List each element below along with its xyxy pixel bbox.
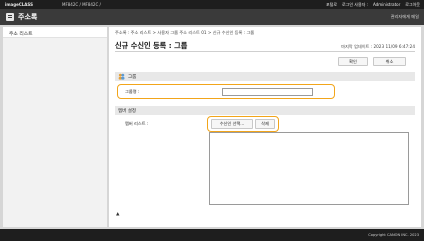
group-section-header: 그룹: [115, 72, 415, 81]
address-book-icon: [6, 13, 14, 21]
main-panel: 주소록 : 주소 리스트 > 사용자 그룹 주소 리스트 01 > 신규 수신인…: [109, 27, 421, 227]
last-updated: 마지막 업데이트 : 2023 11/09 6:47:24: [341, 44, 415, 49]
copyright: Copyright CANON INC. 2023: [368, 233, 419, 237]
select-recipient-button[interactable]: 수신인 선택...: [211, 119, 253, 129]
group-icon: [118, 73, 125, 80]
logout-link[interactable]: 로그아웃: [405, 2, 420, 8]
page-title: 신규 수신인 등록 : 그룹: [115, 41, 188, 50]
remote-ui-window: imageCLASS MF842C / MF842C / 포털로 로그인 사용자…: [0, 0, 424, 241]
login-user-name: Administrator: [372, 2, 401, 7]
delete-member-button[interactable]: 삭제: [255, 119, 275, 129]
breadcrumb: 주소록 : 주소 리스트 > 사용자 그룹 주소 리스트 01 > 신규 수신인…: [115, 30, 255, 35]
cancel-button[interactable]: 취소: [373, 57, 406, 66]
footer: Copyright CANON INC. 2023: [0, 229, 424, 241]
member-list-label: 멤버 리스트 :: [125, 121, 149, 126]
divider: [115, 51, 415, 52]
sidebar-item-address-list[interactable]: 주소 리스트: [3, 27, 107, 38]
top-links: 포털로 로그인 사용자 : Administrator 로그아웃: [326, 2, 420, 8]
sidebar-item-label: 주소 리스트: [9, 32, 33, 37]
app-title: 주소록: [18, 13, 38, 21]
device-name: MF842C / MF842C /: [62, 2, 101, 7]
group-name-label: 그룹명 :: [125, 89, 140, 94]
top-bar: imageCLASS MF842C / MF842C / 포털로 로그인 사용자…: [0, 0, 424, 9]
group-section-title: 그룹: [128, 75, 137, 80]
group-name-input[interactable]: [222, 88, 313, 96]
member-list-box[interactable]: [209, 132, 409, 205]
login-user-label: 로그인 사용자 :: [342, 2, 368, 7]
title-bar: 주소록 관리자에게 메일: [0, 9, 424, 25]
page-top-link[interactable]: ▲: [116, 212, 119, 217]
sidebar: 주소 리스트: [3, 27, 107, 227]
ok-button[interactable]: 확인: [338, 57, 368, 66]
brand-logo: imageCLASS: [5, 2, 33, 7]
portal-link[interactable]: 포털로: [326, 2, 337, 8]
member-section-title: 멤버 설정: [118, 109, 136, 114]
member-section-header: 멤버 설정: [115, 106, 415, 115]
mail-admin-link[interactable]: 관리자에게 메일: [391, 14, 419, 20]
